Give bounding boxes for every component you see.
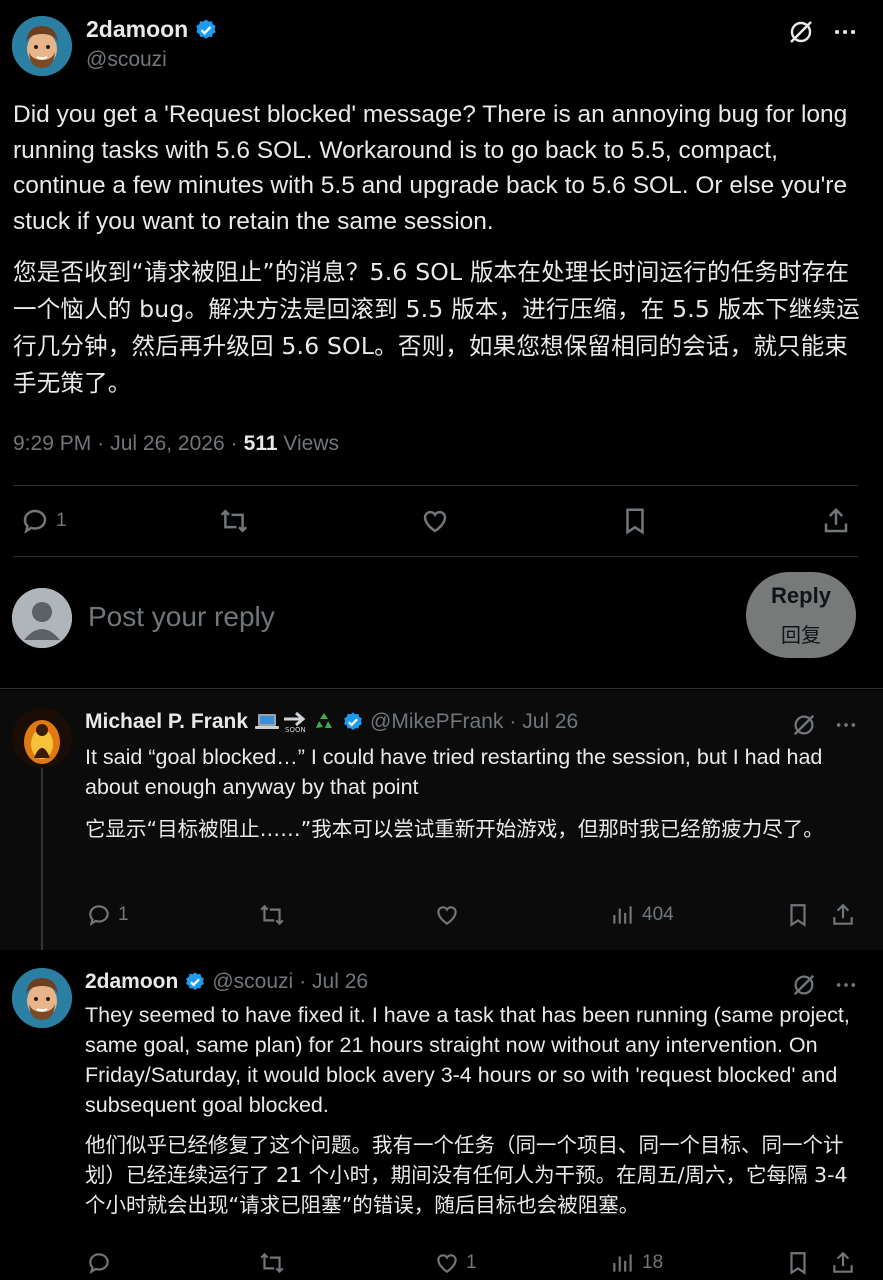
svg-text:SOON: SOON (285, 726, 306, 734)
bookmark-icon (621, 506, 649, 536)
share-icon (830, 1250, 856, 1276)
reply-author-handle[interactable]: @MikePFrank (370, 710, 503, 734)
heart-icon (420, 506, 450, 536)
tweet-text-english: Did you get a 'Request blocked' message?… (13, 101, 848, 235)
reply-button[interactable]: 1 (20, 506, 67, 536)
views-label: Views (283, 432, 340, 455)
meta-separator: · (97, 432, 105, 455)
tweet-time[interactable]: 9:29 PM (13, 432, 91, 456)
reply-text-english: They seemed to have fixed it. I have a t… (85, 1003, 850, 1117)
bookmark-icon (786, 902, 810, 928)
bookmark-icon (786, 1250, 810, 1276)
tweet-meta: 9:29 PM · Jul 26, 2026 · 511 Views (13, 432, 339, 456)
tweet-action-bar: 1 (0, 502, 883, 542)
reply-button[interactable] (86, 1250, 118, 1276)
author-name[interactable]: 2damoon (86, 16, 188, 43)
reply-count: 1 (56, 510, 67, 531)
reply-top-actions (791, 972, 857, 998)
verified-badge-icon (342, 711, 364, 733)
bookmark-button[interactable] (786, 1250, 810, 1276)
reply-tweet[interactable]: Michael P. Frank SOON @MikePFrank · Jul … (0, 690, 883, 950)
repost-icon (258, 902, 286, 928)
repost-button[interactable] (218, 506, 250, 536)
reply-author-row: 2damoon @scouzi · Jul 26 (85, 970, 368, 994)
tweet-top-actions (787, 18, 857, 46)
grok-icon[interactable] (787, 18, 815, 46)
share-button[interactable] (830, 902, 856, 928)
share-icon (830, 902, 856, 928)
views-count: 18 (642, 1252, 664, 1273)
heart-icon (434, 1250, 460, 1276)
name-emoji-row: SOON (254, 710, 336, 734)
reply-top-actions (791, 712, 857, 738)
author-avatar[interactable] (12, 16, 72, 76)
reply-author-avatar[interactable] (12, 968, 72, 1028)
soon-arrow-emoji-icon: SOON (282, 710, 310, 734)
bookmark-button[interactable] (786, 902, 810, 928)
grok-icon[interactable] (791, 972, 817, 998)
divider (0, 688, 883, 689)
current-user-avatar[interactable] (12, 588, 72, 648)
views-button[interactable]: 18 (610, 1250, 663, 1276)
main-tweet: 2damoon @scouzi Did you get a 'Request b… (0, 0, 883, 568)
laptop-emoji-icon (254, 712, 280, 732)
reply-author-avatar[interactable] (12, 708, 72, 768)
repost-icon (218, 506, 250, 536)
share-button[interactable] (830, 1250, 856, 1276)
reply-icon (86, 1250, 112, 1276)
repost-button[interactable] (258, 1250, 286, 1276)
share-button[interactable] (821, 506, 851, 536)
tweet-date[interactable]: Jul 26, 2026 (110, 432, 224, 456)
like-button[interactable] (434, 902, 466, 928)
reply-text-chinese: 他们似乎已经修复了这个问题。我有一个任务（同一个项目、同一个目标、同一个计划）已… (85, 1133, 848, 1217)
heart-icon (434, 902, 460, 928)
reply-button-label: Reply (771, 582, 831, 608)
reply-tweet[interactable]: 2damoon @scouzi · Jul 26 They seemed to … (0, 950, 883, 1280)
reply-date[interactable]: · Jul 26 (299, 970, 368, 994)
more-options-icon[interactable] (835, 974, 857, 996)
tweet-text-chinese: 您是否收到“请求被阻止”的消息？5.6 SOL 版本在处理长时间运行的任务时存在… (13, 258, 860, 397)
reply-icon (20, 506, 50, 536)
divider (13, 556, 858, 557)
reply-button[interactable]: 1 (86, 902, 129, 928)
thread-line (41, 762, 43, 950)
views-count: 404 (642, 904, 674, 925)
share-icon (821, 506, 851, 536)
reply-input[interactable] (88, 596, 648, 638)
reply-author-row: Michael P. Frank SOON @MikePFrank · Jul … (85, 710, 578, 734)
author-handle[interactable]: @scouzi (86, 48, 167, 72)
views-bar-chart-icon (610, 1250, 636, 1276)
submit-reply-button[interactable]: Reply 回复 (746, 572, 856, 658)
grok-icon[interactable] (791, 712, 817, 738)
reply-date[interactable]: · Jul 26 (509, 710, 578, 734)
more-options-icon[interactable] (835, 714, 857, 736)
like-button[interactable]: 1 (434, 1250, 477, 1276)
recycle-emoji-icon (312, 710, 336, 734)
reply-count: 1 (118, 904, 129, 925)
verified-badge-icon (184, 971, 206, 993)
repost-button[interactable] (258, 902, 286, 928)
more-options-icon[interactable] (833, 20, 857, 44)
divider (13, 485, 858, 486)
views-bar-chart-icon (610, 902, 636, 928)
reply-text-english: It said “goal blocked…” I could have tri… (85, 745, 823, 799)
repost-icon (258, 1250, 286, 1276)
reply-text-chinese: 它显示“目标被阻止……”我本可以尝试重新开始游戏，但那时我已经筋疲力尽了。 (85, 817, 824, 841)
reply-author-handle[interactable]: @scouzi (212, 970, 293, 994)
reply-author-name[interactable]: Michael P. Frank (85, 710, 248, 734)
like-button[interactable] (420, 506, 450, 536)
views-button[interactable]: 404 (610, 902, 674, 928)
like-count: 1 (466, 1252, 477, 1273)
author-name-row: 2damoon (86, 16, 218, 43)
reply-author-name[interactable]: 2damoon (85, 970, 178, 994)
bookmark-button[interactable] (621, 506, 649, 536)
reply-button-label-chinese: 回复 (781, 622, 821, 647)
meta-separator: · (230, 432, 238, 455)
verified-badge-icon (194, 18, 218, 42)
reply-icon (86, 902, 112, 928)
views-count: 511 (243, 432, 278, 455)
